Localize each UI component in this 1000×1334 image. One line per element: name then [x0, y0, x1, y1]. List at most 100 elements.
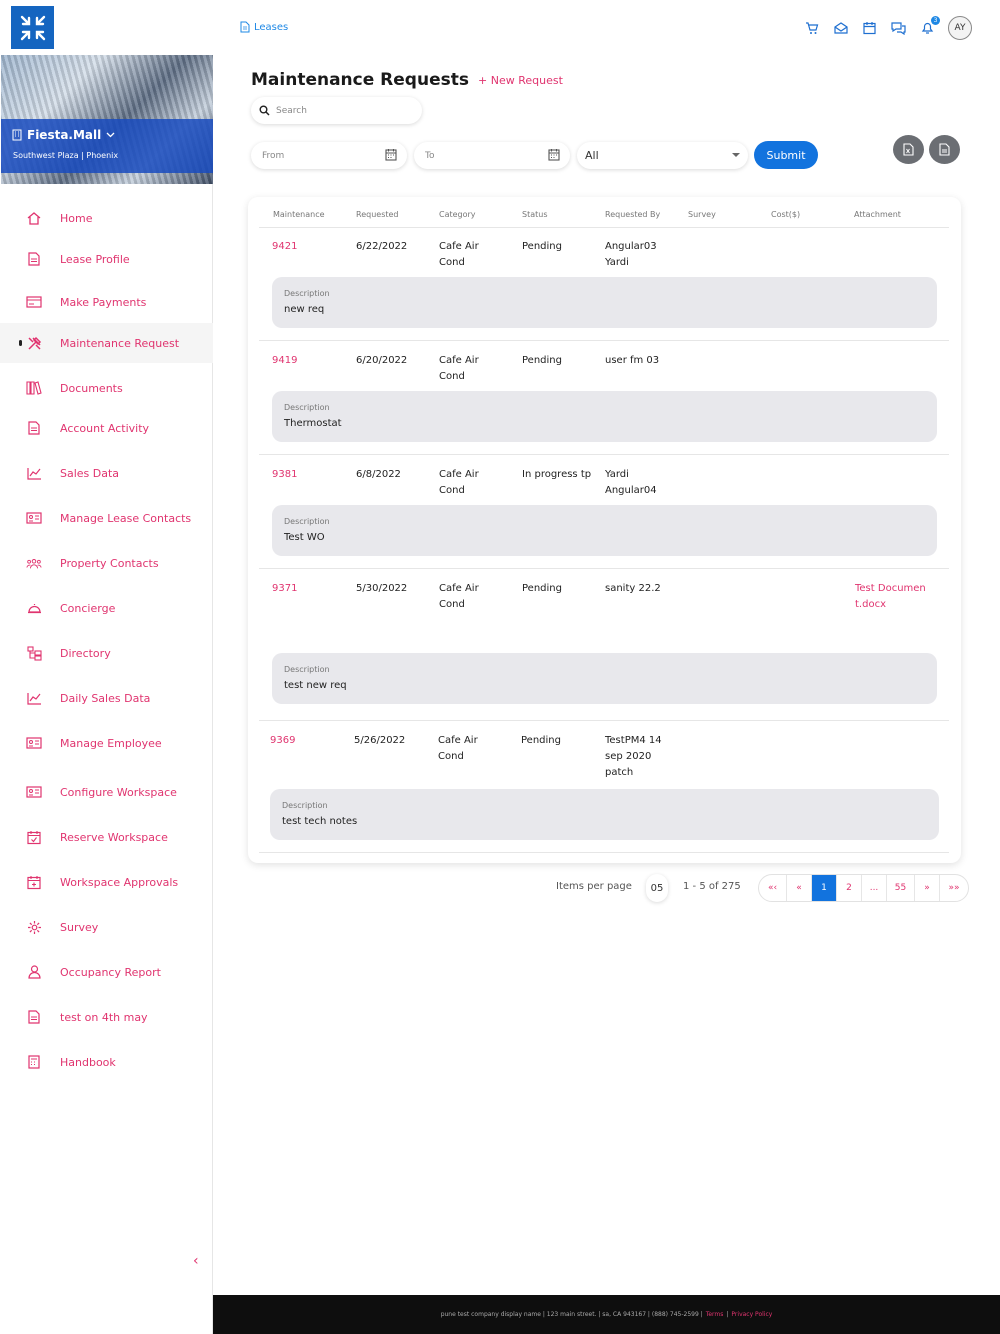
sidebar-item-manage-employee[interactable]: Manage Employee: [0, 723, 213, 763]
from-date-field[interactable]: [251, 142, 407, 169]
collapse-sidebar-icon[interactable]: ‹: [193, 1253, 199, 1269]
sidebar-item-sales-data[interactable]: Sales Data: [0, 453, 213, 493]
property-selector[interactable]: Fiesta.Mall: [12, 128, 115, 142]
maintenance-id-link[interactable]: 9369: [270, 733, 350, 749]
page-ellipsis: ...: [862, 875, 887, 901]
id-card-icon: [26, 735, 42, 751]
page-title: Maintenance Requests: [251, 70, 469, 90]
chat-icon[interactable]: [890, 20, 907, 37]
sidebar-item-account-activity[interactable]: Account Activity: [0, 408, 213, 448]
sidebar-item-manage-lease-contacts[interactable]: Manage Lease Contacts: [0, 498, 213, 538]
description-box: Description Test WO: [272, 505, 937, 556]
app-logo[interactable]: [11, 6, 54, 49]
maintenance-id-link[interactable]: 9381: [272, 467, 352, 483]
prev-page-button[interactable]: «: [787, 875, 812, 901]
from-date-input[interactable]: [262, 150, 382, 161]
next-page-button[interactable]: »: [915, 875, 940, 901]
last-page-button[interactable]: »»: [940, 875, 968, 901]
requested-by: user fm 03: [605, 355, 660, 366]
sidebar-item-handbook[interactable]: Handbook: [0, 1042, 213, 1082]
requested-by: sanity 22.2: [605, 583, 661, 594]
sidebar-item-concierge[interactable]: Concierge: [0, 588, 213, 628]
column-header-requested-by[interactable]: Requested By: [605, 210, 660, 219]
column-header-status[interactable]: Status: [522, 210, 548, 219]
column-header-maintenance[interactable]: Maintenance: [273, 210, 325, 219]
sidebar-item-occupancy-report[interactable]: Occupancy Report: [0, 952, 213, 992]
user-avatar[interactable]: AY: [948, 16, 972, 40]
notification-bell-icon[interactable]: 3: [919, 15, 940, 37]
submit-button[interactable]: Submit: [754, 141, 818, 169]
row-divider: [259, 340, 949, 341]
search-box[interactable]: [251, 97, 422, 124]
items-per-page-select[interactable]: 05: [646, 874, 668, 902]
calendar-plus-icon: [26, 874, 42, 890]
new-request-link[interactable]: + New Request: [478, 74, 563, 87]
terms-link[interactable]: Terms: [706, 1311, 724, 1318]
sidebar-item-label: Reserve Workspace: [60, 830, 168, 844]
header-divider: [259, 227, 949, 228]
sidebar-item-survey[interactable]: Survey: [0, 907, 213, 947]
footer-separator: |: [726, 1311, 729, 1318]
to-date-input[interactable]: [425, 150, 545, 161]
sidebar-item-label: Handbook: [60, 1055, 116, 1069]
sidebar-item-reserve-workspace[interactable]: Reserve Workspace: [0, 817, 213, 857]
sidebar-item-maintenance-request[interactable]: Maintenance Request: [0, 323, 213, 363]
attachment-link[interactable]: Test Document.docx: [855, 581, 931, 613]
description-label: Description: [284, 403, 330, 412]
first-page-button[interactable]: «‹: [759, 875, 787, 901]
column-header-requested[interactable]: Requested: [356, 210, 399, 219]
description-box: Description new req: [272, 277, 937, 328]
sidebar-item-test-on-4th-may[interactable]: test on 4th may: [0, 997, 213, 1037]
description-value: test tech notes: [282, 816, 358, 827]
export-excel-button[interactable]: [893, 135, 924, 164]
status-select[interactable]: All: [577, 142, 748, 169]
to-date-field[interactable]: [414, 142, 570, 169]
maintenance-id-link[interactable]: 9371: [272, 581, 352, 597]
id-card-icon: [26, 510, 42, 526]
sidebar-item-directory[interactable]: Directory: [0, 633, 213, 673]
sidebar-item-label: Daily Sales Data: [60, 691, 151, 705]
requested-date: 5/30/2022: [356, 583, 408, 594]
column-header-category[interactable]: Category: [439, 210, 476, 219]
sidebar-item-configure-workspace[interactable]: Configure Workspace: [0, 772, 213, 812]
sidebar-item-make-payments[interactable]: Make Payments: [0, 282, 213, 322]
requested-by: Angular03 Yardi: [605, 241, 657, 268]
description-value: Test WO: [284, 532, 325, 543]
column-header-attachment[interactable]: Attachment: [854, 210, 901, 219]
requested-date: 6/20/2022: [356, 355, 408, 366]
sidebar-item-property-contacts[interactable]: Property Contacts: [0, 543, 213, 583]
home-icon: [26, 210, 42, 226]
document-icon: [26, 251, 42, 267]
search-input[interactable]: [276, 105, 396, 116]
page-button-1[interactable]: 1: [812, 875, 837, 901]
calendar-icon[interactable]: [861, 20, 878, 37]
cart-icon[interactable]: [803, 20, 820, 37]
sidebar-item-workspace-approvals[interactable]: Workspace Approvals: [0, 862, 213, 902]
sidebar-item-label: Property Contacts: [60, 556, 159, 570]
sidebar-item-lease-profile[interactable]: Lease Profile: [0, 239, 213, 279]
sidebar-item-daily-sales-data[interactable]: Daily Sales Data: [0, 678, 213, 718]
requested-date: 6/8/2022: [356, 469, 401, 480]
column-header-cost[interactable]: Cost($): [771, 210, 800, 219]
export-pdf-button[interactable]: [929, 135, 960, 164]
bell-icon: [26, 600, 42, 616]
privacy-policy-link[interactable]: Privacy Policy: [731, 1311, 772, 1318]
page-button-2[interactable]: 2: [837, 875, 862, 901]
footer: pune test company display name | 123 mai…: [213, 1295, 1000, 1334]
description-box: Description test new req: [272, 653, 937, 704]
mail-open-icon[interactable]: [832, 20, 849, 37]
sidebar-item-documents[interactable]: Documents: [0, 368, 213, 408]
column-header-survey[interactable]: Survey: [688, 210, 716, 219]
maintenance-id-link[interactable]: 9419: [272, 353, 352, 369]
breadcrumb[interactable]: Leases: [240, 21, 288, 33]
sidebar-item-home[interactable]: Home: [0, 198, 213, 238]
footer-company-info: pune test company display name | 123 mai…: [440, 1311, 703, 1318]
description-box: Description Thermostat: [272, 391, 937, 442]
category: Cafe Air Cond: [439, 583, 479, 610]
maintenance-id-link[interactable]: 9421: [272, 239, 352, 255]
status-selected-value: All: [585, 149, 599, 162]
sidebar-item-label: Manage Lease Contacts: [60, 511, 192, 525]
sidebar-item-label: Workspace Approvals: [60, 875, 179, 889]
page-button-55[interactable]: 55: [887, 875, 915, 901]
breadcrumb-leases[interactable]: Leases: [254, 22, 288, 33]
